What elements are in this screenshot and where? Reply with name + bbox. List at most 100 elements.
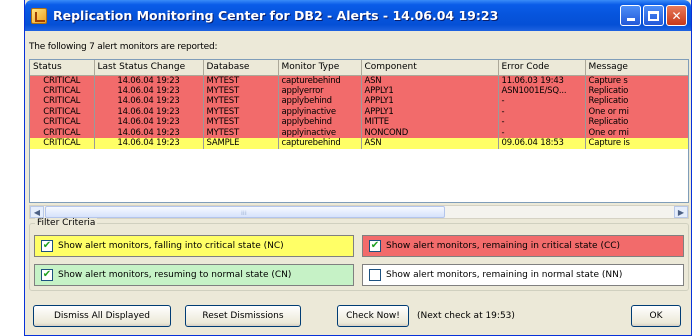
app-icon xyxy=(31,7,47,24)
checkbox-checked-icon: ✔ xyxy=(41,269,53,281)
check-now-button[interactable]: Check Now! xyxy=(337,305,409,327)
column-header-database[interactable]: Database xyxy=(203,60,279,76)
database-cell: MYTEST xyxy=(203,106,279,117)
column-header-monitor-type[interactable]: Monitor Type xyxy=(278,60,362,76)
filter-cc-checkbox[interactable]: ✔ Show alert monitors, remaining in crit… xyxy=(362,235,684,257)
database-cell: MYTEST xyxy=(203,117,279,128)
alerts-window: Replication Monitoring Center for DB2 - … xyxy=(24,0,692,336)
error-code-cell: - xyxy=(498,117,586,128)
monitor-type-cell: applyerror xyxy=(278,85,362,96)
last-status-change-cell: 14.06.04 19:23 xyxy=(94,117,204,128)
scrollbar-thumb[interactable]: ⁞⁞⁞ xyxy=(45,206,445,218)
database-cell: SAMPLE xyxy=(203,138,279,149)
horizontal-scrollbar[interactable]: ◀ ⁞⁞⁞ ▶ xyxy=(29,205,689,219)
filter-cn-checkbox[interactable]: ✔ Show alert monitors, resuming to norma… xyxy=(34,264,354,286)
monitor-type-cell: capturebehind xyxy=(278,138,362,149)
table-header-row: Status Last Status Change Database Monit… xyxy=(30,60,688,76)
error-code-cell: - xyxy=(498,106,586,117)
message-cell: Replicatio xyxy=(585,117,688,128)
status-cell: CRITICAL xyxy=(30,138,95,149)
column-header-last-status-change[interactable]: Last Status Change xyxy=(94,60,204,76)
table-row[interactable]: CRITICAL 14.06.04 19:23 MYTEST applybehi… xyxy=(30,117,688,128)
next-check-text: (Next check at 19:53) xyxy=(417,311,515,321)
error-code-cell: - xyxy=(498,96,586,107)
alerts-table: Status Last Status Change Database Monit… xyxy=(29,59,689,203)
monitor-type-cell: capturebehind xyxy=(278,75,362,86)
monitor-type-cell: applybehind xyxy=(278,117,362,128)
status-cell: CRITICAL xyxy=(30,85,95,96)
column-header-message[interactable]: Message xyxy=(585,60,688,76)
column-header-status[interactable]: Status xyxy=(30,60,95,76)
message-cell: Capture s xyxy=(585,75,688,86)
filter-criteria-legend: Filter Criteria xyxy=(35,218,98,228)
last-status-change-cell: 14.06.04 19:23 xyxy=(94,75,204,86)
component-cell: APPLY1 xyxy=(361,106,499,117)
last-status-change-cell: 14.06.04 19:23 xyxy=(94,127,204,138)
checkbox-checked-icon: ✔ xyxy=(369,240,381,252)
filter-nn-checkbox[interactable]: Show alert monitors, remaining in normal… xyxy=(362,264,684,286)
database-cell: MYTEST xyxy=(203,96,279,107)
minimize-button[interactable] xyxy=(620,5,641,26)
filter-nn-label: Show alert monitors, remaining in normal… xyxy=(386,270,623,280)
window-title: Replication Monitoring Center for DB2 - … xyxy=(53,8,499,23)
component-cell: NONCOND xyxy=(361,127,499,138)
dismiss-all-button[interactable]: Dismiss All Displayed xyxy=(33,305,171,327)
message-cell: Capture is xyxy=(585,138,688,149)
maximize-icon xyxy=(648,10,659,21)
error-code-cell: ASN1001E/SQ... xyxy=(498,85,586,96)
table-row[interactable]: CRITICAL 14.06.04 19:23 MYTEST applyinac… xyxy=(30,106,688,117)
reset-dismissions-button[interactable]: Reset Dismissions xyxy=(185,305,301,327)
last-status-change-cell: 14.06.04 19:23 xyxy=(94,138,204,149)
button-bar: Dismiss All Displayed Reset Dismissions … xyxy=(25,297,692,333)
filter-cn-label: Show alert monitors, resuming to normal … xyxy=(58,270,292,280)
checkbox-checked-icon: ✔ xyxy=(41,240,53,252)
filter-nc-checkbox[interactable]: ✔ Show alert monitors, falling into crit… xyxy=(34,235,354,257)
database-cell: MYTEST xyxy=(203,127,279,138)
message-cell: Replicatio xyxy=(585,96,688,107)
close-icon: ✕ xyxy=(671,8,682,23)
filter-nc-label: Show alert monitors, falling into critic… xyxy=(58,241,284,251)
status-cell: CRITICAL xyxy=(30,106,95,117)
message-cell: One or mi xyxy=(585,127,688,138)
error-code-cell: 11.06.03 19:43 xyxy=(498,75,586,86)
database-cell: MYTEST xyxy=(203,75,279,86)
last-status-change-cell: 14.06.04 19:23 xyxy=(94,85,204,96)
last-status-change-cell: 14.06.04 19:23 xyxy=(94,96,204,107)
filter-cc-label: Show alert monitors, remaining in critic… xyxy=(386,241,621,251)
message-cell: One or mi xyxy=(585,106,688,117)
filter-criteria-group: Filter Criteria ✔ Show alert monitors, f… xyxy=(29,218,689,291)
table-row[interactable]: CRITICAL 14.06.04 19:23 MYTEST applybehi… xyxy=(30,96,688,107)
component-cell: APPLY1 xyxy=(361,85,499,96)
status-cell: CRITICAL xyxy=(30,117,95,128)
status-cell: CRITICAL xyxy=(30,75,95,86)
monitor-type-cell: applybehind xyxy=(278,96,362,107)
column-header-component[interactable]: Component xyxy=(361,60,499,76)
error-code-cell: - xyxy=(498,127,586,138)
table-row[interactable]: CRITICAL 14.06.04 19:23 MYTEST applyerro… xyxy=(30,85,688,96)
grip-icon: ⁞⁞⁞ xyxy=(241,210,247,217)
maximize-button[interactable] xyxy=(643,5,664,26)
component-cell: ASN xyxy=(361,138,499,149)
monitor-type-cell: applyinactive xyxy=(278,127,362,138)
table-row[interactable]: CRITICAL 14.06.04 19:23 MYTEST capturebe… xyxy=(30,75,688,86)
close-button[interactable]: ✕ xyxy=(666,5,687,26)
status-cell: CRITICAL xyxy=(30,96,95,107)
last-status-change-cell: 14.06.04 19:23 xyxy=(94,106,204,117)
info-text: The following 7 alert monitors are repor… xyxy=(29,42,218,52)
message-cell: Replicatio xyxy=(585,85,688,96)
checkbox-unchecked-icon xyxy=(369,269,381,281)
table-row[interactable]: CRITICAL 14.06.04 19:23 MYTEST applyinac… xyxy=(30,127,688,138)
scroll-left-arrow[interactable]: ◀ xyxy=(30,206,44,218)
column-header-error-code[interactable]: Error Code xyxy=(498,60,586,76)
status-cell: CRITICAL xyxy=(30,127,95,138)
database-cell: MYTEST xyxy=(203,85,279,96)
component-cell: MITTE xyxy=(361,117,499,128)
minimize-icon xyxy=(626,18,635,21)
error-code-cell: 09.06.04 18:53 xyxy=(498,138,586,149)
ok-button[interactable]: OK xyxy=(631,305,681,327)
scroll-right-arrow[interactable]: ▶ xyxy=(674,206,688,218)
monitor-type-cell: applyinactive xyxy=(278,106,362,117)
title-bar[interactable]: Replication Monitoring Center for DB2 - … xyxy=(25,0,691,31)
component-cell: APPLY1 xyxy=(361,96,499,107)
table-row[interactable]: CRITICAL 14.06.04 19:23 SAMPLE capturebe… xyxy=(30,138,688,149)
